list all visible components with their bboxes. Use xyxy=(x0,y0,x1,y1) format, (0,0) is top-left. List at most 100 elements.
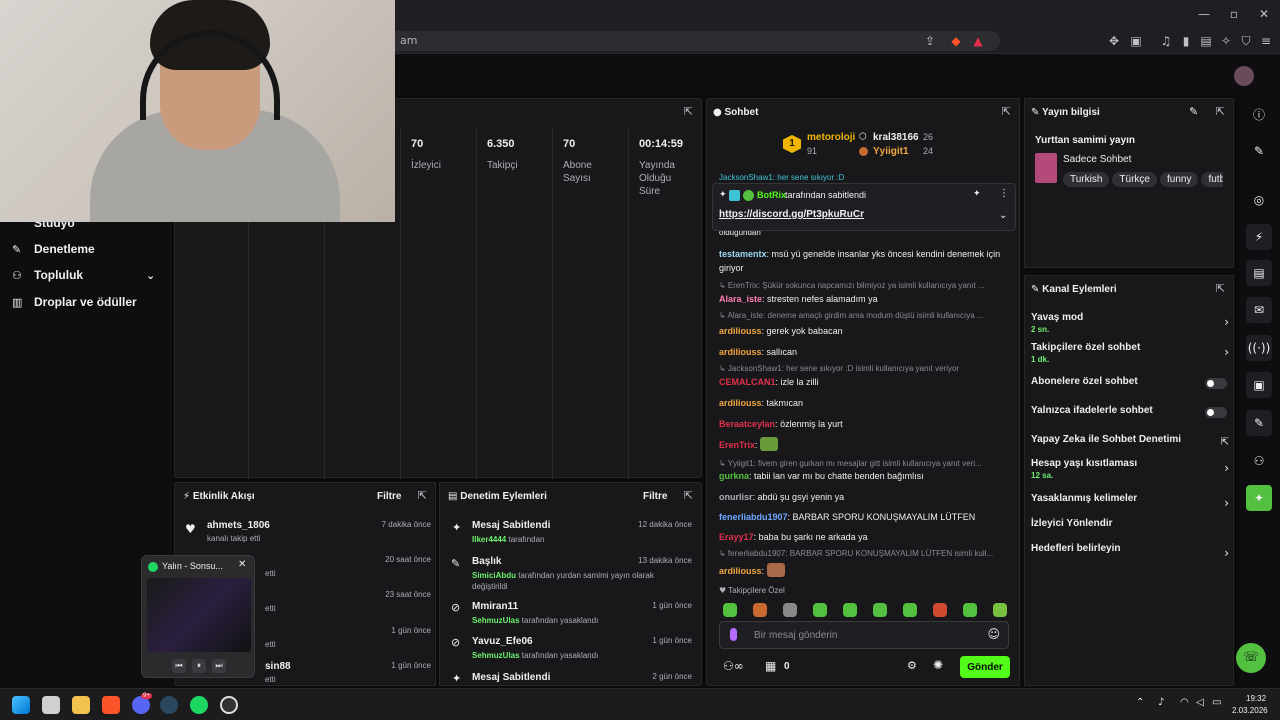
tag[interactable]: funny xyxy=(1159,172,1199,187)
support-icon[interactable]: ☏ xyxy=(1236,643,1266,673)
emote[interactable] xyxy=(766,563,785,577)
chat-username[interactable]: ErenTrix xyxy=(719,440,755,450)
info-icon[interactable]: ⓘ xyxy=(1246,102,1272,128)
tag[interactable]: Turkish xyxy=(1063,172,1110,187)
channel-action-row[interactable]: Hedefleri belirleyin › xyxy=(1031,543,1229,560)
leaderboard-name[interactable]: kral38166 xyxy=(873,132,919,143)
chat-username[interactable]: Beraatceylan xyxy=(719,419,775,429)
chevron-down-icon[interactable]: ⌄ xyxy=(146,269,155,282)
popout-icon[interactable]: ⇱ xyxy=(418,489,427,502)
sidebar-item-drops[interactable]: ▥ Droplar ve ödüller xyxy=(12,295,137,309)
address-bar[interactable]: am xyxy=(360,31,1000,51)
share-icon[interactable]: ⇪ xyxy=(922,33,938,49)
chat-username[interactable]: ardiliouss xyxy=(719,347,762,357)
tray-chevron-icon[interactable]: ⌃ xyxy=(1136,697,1144,708)
vpn-icon[interactable]: ⛉ xyxy=(1238,33,1254,49)
emote-button[interactable] xyxy=(783,603,797,617)
document-icon[interactable]: ▤ xyxy=(1246,260,1272,286)
brave-browser-icon[interactable] xyxy=(102,696,120,714)
extensions-icon[interactable]: ✥ xyxy=(1106,33,1122,49)
media-icon[interactable]: ▣ xyxy=(1128,33,1144,49)
pause-icon[interactable]: ⏸ xyxy=(192,659,206,673)
toggle-switch[interactable] xyxy=(1205,407,1227,418)
broadcast-icon[interactable]: ((·)) xyxy=(1246,335,1272,361)
mod-user[interactable]: SimiciAbdu xyxy=(472,571,516,580)
spotify-icon[interactable] xyxy=(190,696,208,714)
chevron-right-icon[interactable]: › xyxy=(1224,546,1229,560)
lightning-icon[interactable]: ⚡ xyxy=(1246,224,1272,250)
chat-username[interactable]: fenerliabdu1907 xyxy=(719,512,788,522)
chevron-right-icon[interactable]: › xyxy=(1224,461,1229,475)
external-link-icon[interactable]: ⇱ xyxy=(1221,437,1229,448)
gear-icon[interactable]: ⚙ xyxy=(907,659,917,672)
send-button[interactable]: Gönder xyxy=(960,656,1010,678)
mod-user[interactable]: Ilker4444 xyxy=(472,535,506,544)
chat-username[interactable]: CEMALCAN1 xyxy=(719,377,776,387)
community-icon[interactable]: ⚇ xyxy=(1246,448,1272,474)
popout-icon[interactable]: ⇱ xyxy=(1216,105,1225,118)
emote-button[interactable] xyxy=(723,603,737,617)
bot-icon[interactable]: ✺ xyxy=(933,658,943,672)
chat-username[interactable]: ardiliouss xyxy=(719,566,762,576)
clock-date[interactable]: 2.03.2026 xyxy=(1232,706,1268,715)
emote-button[interactable] xyxy=(993,603,1007,617)
emote-button[interactable] xyxy=(933,603,947,617)
channel-action-row[interactable]: Hesap yaşı kısıtlaması 12 sa. › xyxy=(1031,458,1229,480)
channel-action-row[interactable]: Yalnızca ifadelerle sohbet xyxy=(1031,405,1229,418)
channel-action-row[interactable]: Yasaklanmış kelimeler › xyxy=(1031,493,1229,510)
windows-start-icon[interactable] xyxy=(12,696,30,714)
popout-icon[interactable]: ⇱ xyxy=(1216,282,1225,295)
wallet-icon[interactable]: ▤ xyxy=(1198,33,1214,49)
game-icon[interactable]: ✦ xyxy=(1246,485,1272,511)
microphone-tray-icon[interactable]: ♪ xyxy=(1158,697,1164,708)
wifi-icon[interactable]: ◠ xyxy=(1180,697,1189,708)
chat-username[interactable]: ardiliouss xyxy=(719,326,762,336)
steam-icon[interactable] xyxy=(160,696,178,714)
chevron-right-icon[interactable]: › xyxy=(1224,496,1229,510)
tag[interactable]: Türkçe xyxy=(1112,172,1157,187)
restore-icon[interactable]: ▫ xyxy=(1226,6,1242,22)
chevron-right-icon[interactable]: › xyxy=(1224,315,1229,329)
task-view-icon[interactable] xyxy=(42,696,60,714)
clock-time[interactable]: 19:32 xyxy=(1246,694,1266,703)
chat-username[interactable]: Alara_iste xyxy=(719,294,762,304)
leo-ai-icon[interactable]: ✧ xyxy=(1218,33,1234,49)
next-track-icon[interactable]: ⏭ xyxy=(212,659,226,673)
toggle-switch[interactable] xyxy=(1205,378,1227,389)
feed-user[interactable]: ahmets_1806 xyxy=(207,520,270,531)
emote-button[interactable] xyxy=(873,603,887,617)
unpin-icon[interactable]: ✦ xyxy=(973,189,981,199)
popout-icon[interactable]: ⇱ xyxy=(684,105,693,118)
wrench-icon[interactable]: ✎ xyxy=(1246,410,1272,436)
channel-action-row[interactable]: Takipçilere özel sohbet 1 dk. › xyxy=(1031,342,1229,364)
emote-button[interactable] xyxy=(903,603,917,617)
pinned-link[interactable]: https://discord.gg/Pt3pkuRuCr xyxy=(719,209,864,220)
music-icon[interactable]: ♫ xyxy=(1158,33,1174,49)
chevron-down-icon[interactable]: ⌄ xyxy=(999,210,1007,221)
chat-username[interactable]: Erayy17 xyxy=(719,532,754,542)
sidebar-toggle-icon[interactable]: ▮ xyxy=(1178,33,1194,49)
previous-track-icon[interactable]: ⏮ xyxy=(172,659,186,673)
channel-action-row[interactable]: Yavaş mod 2 sn. › xyxy=(1031,312,1229,334)
emote-button[interactable] xyxy=(963,603,977,617)
avatar[interactable] xyxy=(1234,66,1254,86)
popout-icon[interactable]: ⇱ xyxy=(684,489,693,502)
moderation-filter-button[interactable]: Filtre xyxy=(643,491,667,502)
chat-input[interactable]: Bir mesaj gönderin ☺ xyxy=(719,621,1009,649)
chat-username[interactable]: onurlisr xyxy=(719,492,753,502)
leaderboard-name[interactable]: Yyiigit1 xyxy=(873,146,909,157)
emote-button[interactable] xyxy=(813,603,827,617)
gift-icon[interactable]: ▦ xyxy=(765,659,776,673)
pinned-message[interactable]: ✦ BotRix tarafından sabitlendi ✦ ⋮ https… xyxy=(712,183,1016,231)
brave-shield-icon[interactable]: ◆ xyxy=(948,33,964,49)
chat-username[interactable]: testamentx xyxy=(719,249,767,259)
microphone-icon[interactable] xyxy=(730,628,737,641)
popout-icon[interactable]: ⇱ xyxy=(1002,105,1011,118)
edit-icon[interactable]: ✎ xyxy=(1189,105,1198,118)
close-icon[interactable]: ✕ xyxy=(238,559,246,570)
feed-user[interactable]: sin88 xyxy=(265,661,291,672)
emoji-icon[interactable]: ☺ xyxy=(987,627,1000,641)
sidebar-item-moderation[interactable]: ✎ Denetleme xyxy=(12,242,95,256)
chat-username[interactable]: gurkna xyxy=(719,471,749,481)
sidebar-item-community[interactable]: ⚇ Topluluk ⌄ xyxy=(12,268,162,282)
